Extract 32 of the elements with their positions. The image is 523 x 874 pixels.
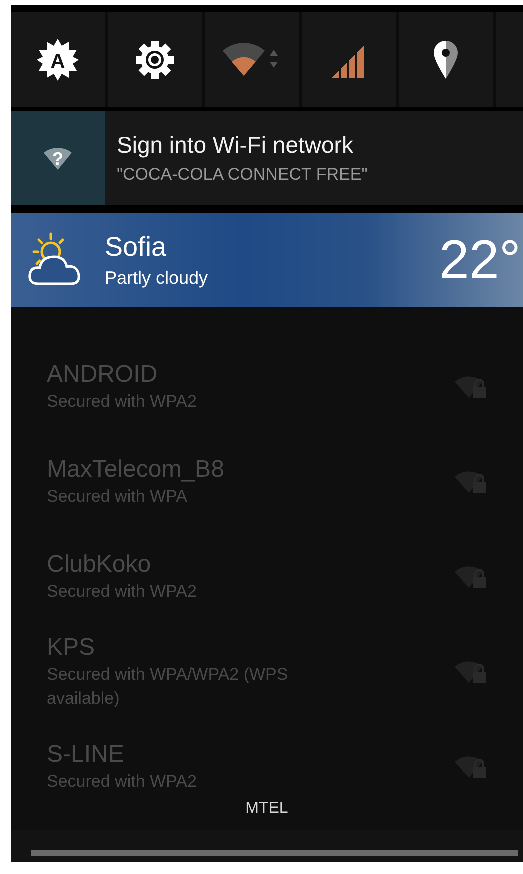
network-security: Secured with WPA2 [47,770,198,793]
quick-settings-tile[interactable] [399,12,493,107]
wifi-lock-icon [455,754,487,780]
wifi-lock-icon [455,374,487,400]
city-name: Sofia [105,230,168,264]
quick-settings-tile[interactable]: A [11,12,105,107]
wifi-lock-icon [455,468,487,494]
wifi-lock-icon [455,658,487,684]
network-security: Secured with WPA [47,486,188,508]
network-name: S-LINE [47,740,126,770]
notification-text: "COCA-COLA CONNECT FREE" [117,164,368,185]
location-pin-icon [433,40,459,80]
network-security: Secured with WPA2 [47,580,198,603]
weather-card[interactable]: Sofia Partly cloudy 22° [11,213,523,307]
network-name: ClubKoko [47,550,152,580]
settings-icon [135,40,175,80]
network-name: MaxTelecom_B8 [47,454,226,485]
wifi-lock-icon [455,564,487,590]
notification-title: Sign into Wi-Fi network [117,131,354,160]
weather-condition: Partly cloudy [105,266,208,290]
network-name: ANDROID [47,360,159,390]
notification-card[interactable]: ? Sign into Wi-Fi network "COCA-COLA CONNECT FREE" [11,111,523,205]
carrier-label: MTEL [244,799,290,819]
network-name: KPS [47,633,96,664]
auto-brightness-icon: A [36,38,80,82]
quick-settings-tile[interactable] [302,12,396,107]
quick-settings-tile[interactable] [108,12,202,107]
temperature: 22° [439,233,522,287]
quick-settings-tile[interactable] [205,12,299,107]
network-security: Secured with WPA2 [47,390,198,413]
network-security: Secured with WPA/WPA2 (WPS available) [47,664,290,710]
drag-handle[interactable] [31,850,518,856]
